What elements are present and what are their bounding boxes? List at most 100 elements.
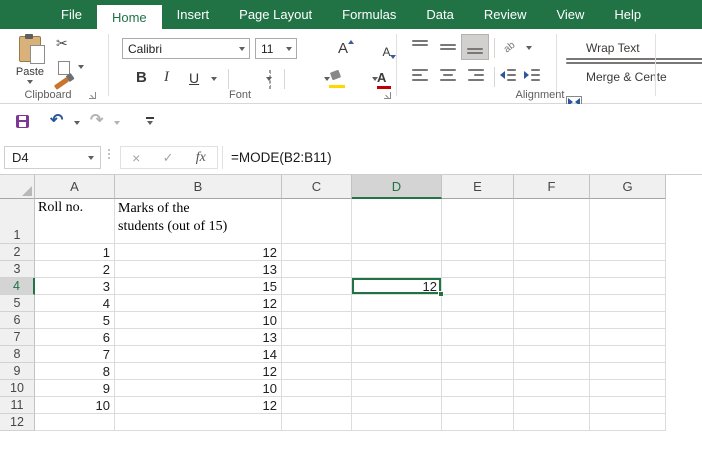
cell-B5[interactable]: 12 bbox=[115, 295, 282, 312]
cell-F2[interactable] bbox=[514, 244, 590, 261]
fill-color-dropdown-icon[interactable] bbox=[324, 77, 330, 81]
borders-dropdown-icon[interactable] bbox=[266, 77, 272, 81]
cell-B10[interactable]: 10 bbox=[115, 380, 282, 397]
align-top-icon[interactable] bbox=[412, 40, 428, 53]
cell-F10[interactable] bbox=[514, 380, 590, 397]
cell-D6[interactable] bbox=[352, 312, 442, 329]
row-header-10[interactable]: 10 bbox=[0, 380, 35, 397]
cell-F12[interactable] bbox=[514, 414, 590, 431]
cell-D8[interactable] bbox=[352, 346, 442, 363]
row-header-11[interactable]: 11 bbox=[0, 397, 35, 414]
cell-D4[interactable]: 12 bbox=[352, 278, 442, 295]
cell-E11[interactable] bbox=[442, 397, 514, 414]
cell-B12[interactable] bbox=[115, 414, 282, 431]
cell-E3[interactable] bbox=[442, 261, 514, 278]
row-header-3[interactable]: 3 bbox=[0, 261, 35, 278]
cell-A9[interactable]: 8 bbox=[35, 363, 115, 380]
cell-B2[interactable]: 12 bbox=[115, 244, 282, 261]
cell-F4[interactable] bbox=[514, 278, 590, 295]
font-dialog-launcher-icon[interactable] bbox=[383, 91, 392, 100]
column-header-F[interactable]: F bbox=[514, 175, 590, 199]
orientation-dropdown-icon[interactable] bbox=[526, 46, 532, 50]
cell-F11[interactable] bbox=[514, 397, 590, 414]
enter-icon[interactable]: ✓ bbox=[163, 150, 174, 166]
paste-button[interactable]: Paste bbox=[10, 34, 50, 94]
cell-F6[interactable] bbox=[514, 312, 590, 329]
cell-F3[interactable] bbox=[514, 261, 590, 278]
tab-view[interactable]: View bbox=[541, 0, 599, 29]
underline-dropdown-icon[interactable] bbox=[211, 77, 217, 81]
cell-B4[interactable]: 15 bbox=[115, 278, 282, 295]
cell-G7[interactable] bbox=[590, 329, 666, 346]
copy-dropdown-icon[interactable] bbox=[78, 65, 84, 69]
cell-E10[interactable] bbox=[442, 380, 514, 397]
undo-icon[interactable]: ↶ bbox=[50, 110, 63, 130]
cell-E8[interactable] bbox=[442, 346, 514, 363]
cell-C3[interactable] bbox=[282, 261, 352, 278]
cell-C12[interactable] bbox=[282, 414, 352, 431]
cut-scissors-icon[interactable]: ✂ bbox=[56, 35, 68, 52]
cell-G9[interactable] bbox=[590, 363, 666, 380]
row-header-4[interactable]: 4 bbox=[0, 278, 35, 295]
cell-E12[interactable] bbox=[442, 414, 514, 431]
cell-D11[interactable] bbox=[352, 397, 442, 414]
cell-C4[interactable] bbox=[282, 278, 352, 295]
cell-A1[interactable]: Roll no. bbox=[35, 199, 115, 244]
cell-C2[interactable] bbox=[282, 244, 352, 261]
cell-G6[interactable] bbox=[590, 312, 666, 329]
cell-C1[interactable] bbox=[282, 199, 352, 244]
row-header-6[interactable]: 6 bbox=[0, 312, 35, 329]
cell-B3[interactable]: 13 bbox=[115, 261, 282, 278]
row-header-12[interactable]: 12 bbox=[0, 414, 35, 431]
decrease-indent-icon[interactable] bbox=[500, 69, 516, 81]
cell-D12[interactable] bbox=[352, 414, 442, 431]
save-icon[interactable] bbox=[16, 115, 29, 128]
cell-F7[interactable] bbox=[514, 329, 590, 346]
row-header-1[interactable]: 1 bbox=[0, 199, 35, 244]
cell-A7[interactable]: 6 bbox=[35, 329, 115, 346]
cell-C9[interactable] bbox=[282, 363, 352, 380]
cell-E1[interactable] bbox=[442, 199, 514, 244]
customize-quick-access-icon[interactable] bbox=[146, 117, 154, 125]
cell-B8[interactable]: 14 bbox=[115, 346, 282, 363]
cell-C5[interactable] bbox=[282, 295, 352, 312]
tab-page-layout[interactable]: Page Layout bbox=[224, 0, 327, 29]
decrease-font-size-icon[interactable]: A bbox=[382, 45, 390, 59]
font-color-icon[interactable]: A bbox=[377, 70, 386, 85]
align-center-icon[interactable] bbox=[440, 69, 456, 81]
orientation-icon[interactable]: ab bbox=[502, 40, 518, 56]
cell-B6[interactable]: 10 bbox=[115, 312, 282, 329]
cell-E5[interactable] bbox=[442, 295, 514, 312]
name-box[interactable]: D4 bbox=[4, 146, 101, 169]
cell-C10[interactable] bbox=[282, 380, 352, 397]
cell-D1[interactable] bbox=[352, 199, 442, 244]
clipboard-dialog-launcher-icon[interactable] bbox=[88, 91, 97, 100]
cell-D10[interactable] bbox=[352, 380, 442, 397]
cell-A3[interactable]: 2 bbox=[35, 261, 115, 278]
formula-bar-drag-handle[interactable] bbox=[108, 149, 110, 159]
cell-A8[interactable]: 7 bbox=[35, 346, 115, 363]
undo-dropdown-icon[interactable] bbox=[74, 121, 80, 125]
cell-G10[interactable] bbox=[590, 380, 666, 397]
cell-C6[interactable] bbox=[282, 312, 352, 329]
redo-icon[interactable]: ↷ bbox=[90, 110, 103, 130]
column-header-D[interactable]: D bbox=[352, 175, 442, 199]
cell-E9[interactable] bbox=[442, 363, 514, 380]
align-left-icon[interactable] bbox=[412, 69, 428, 81]
tab-formulas[interactable]: Formulas bbox=[327, 0, 411, 29]
cell-G8[interactable] bbox=[590, 346, 666, 363]
tab-review[interactable]: Review bbox=[469, 0, 542, 29]
select-all-corner[interactable] bbox=[0, 175, 35, 199]
cell-D2[interactable] bbox=[352, 244, 442, 261]
format-painter-icon[interactable] bbox=[54, 77, 69, 90]
column-header-E[interactable]: E bbox=[442, 175, 514, 199]
font-size-select[interactable]: 11 bbox=[255, 38, 297, 59]
cell-E7[interactable] bbox=[442, 329, 514, 346]
font-color-dropdown-icon[interactable] bbox=[372, 77, 378, 81]
fill-handle[interactable] bbox=[438, 291, 444, 297]
cell-F8[interactable] bbox=[514, 346, 590, 363]
underline-button[interactable]: U bbox=[189, 70, 199, 86]
insert-function-icon[interactable]: fx bbox=[196, 150, 206, 166]
cell-F5[interactable] bbox=[514, 295, 590, 312]
cell-A10[interactable]: 9 bbox=[35, 380, 115, 397]
